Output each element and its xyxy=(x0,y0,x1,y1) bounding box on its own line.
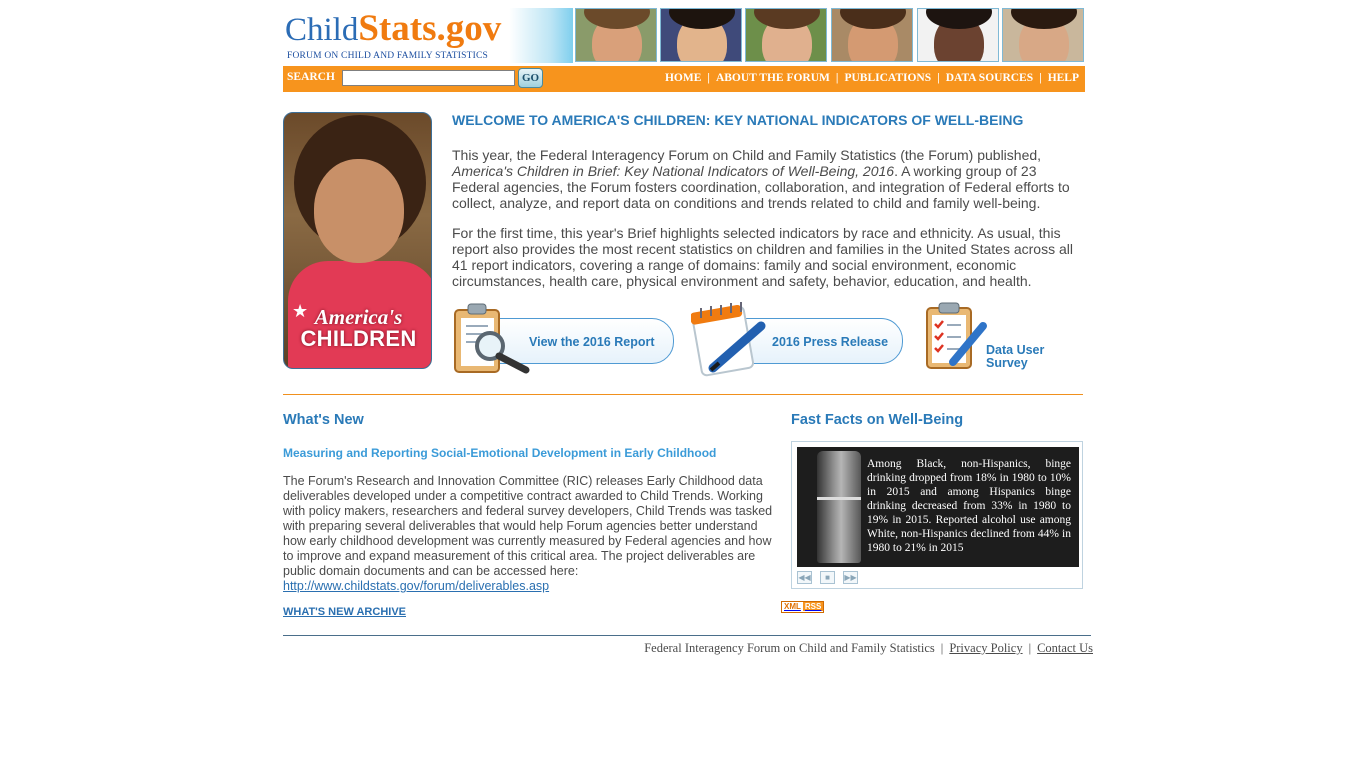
fast-fact-slide: Among Black, non-Hispanics, binge drinki… xyxy=(797,447,1079,567)
publication-title: America's Children in Brief: Key Nationa… xyxy=(452,163,895,179)
welcome-section: WELCOME TO AMERICA'S CHILDREN: KEY NATIO… xyxy=(452,112,1082,289)
nav-separator: | xyxy=(835,72,839,84)
whats-new-headline-link[interactable]: Measuring and Reporting Social-Emotional… xyxy=(283,446,783,460)
child-photo-4 xyxy=(831,8,913,62)
child-photo-5 xyxy=(917,8,999,62)
page-container: ChildStats.gov FORUM ON CHILD AND FAMILY… xyxy=(283,8,1093,655)
deliverables-link[interactable]: http://www.childstats.gov/forum/delivera… xyxy=(283,579,549,593)
next-icon[interactable]: ▶▶ xyxy=(843,571,858,584)
logo-tagline: FORUM ON CHILD AND FAMILY STATISTICS xyxy=(287,51,489,61)
footer-org-name: Federal Interagency Forum on Child and F… xyxy=(644,641,935,655)
childstats-logo[interactable]: ChildStats.gov FORUM ON CHILD AND FAMILY… xyxy=(283,8,573,63)
fast-fact-text: Among Black, non-Hispanics, binge drinki… xyxy=(867,458,1071,554)
nav-help[interactable]: HELP xyxy=(1048,72,1079,84)
site-footer: Federal Interagency Forum on Child and F… xyxy=(644,641,1093,656)
press-release-label: 2016 Press Release xyxy=(772,335,889,349)
nav-separator: | xyxy=(1039,72,1042,84)
data-user-survey-button[interactable]: Data User Survey xyxy=(923,302,1053,370)
nav-about-the-forum[interactable]: ABOUT THE FORUM xyxy=(716,72,830,84)
fast-facts-title: Fast Facts on Well-Being xyxy=(791,412,964,428)
footer-divider xyxy=(283,635,1091,636)
whats-new-archive-link[interactable]: WHAT'S NEW ARCHIVE xyxy=(283,606,783,618)
welcome-paragraph-2: For the first time, this year's Brief hi… xyxy=(452,225,1073,289)
americas-children-logo: America's CHILDREN xyxy=(300,305,417,351)
logo-wordmark: ChildStats.gov xyxy=(285,9,501,50)
whats-new-section: What's New Measuring and Reporting Socia… xyxy=(283,412,783,618)
clipboard-magnifier-icon xyxy=(454,303,530,374)
nav-separator: | xyxy=(937,72,940,84)
americas-children-hero-image: ★ America's CHILDREN xyxy=(283,112,432,369)
footer-separator: | xyxy=(940,641,944,655)
search-label: SEARCH xyxy=(287,71,335,83)
child-photo-6 xyxy=(1002,8,1084,62)
glass-image xyxy=(817,451,861,563)
welcome-title: WELCOME TO AMERICA'S CHILDREN: KEY NATIO… xyxy=(452,112,1024,128)
site-header: ChildStats.gov FORUM ON CHILD AND FAMILY… xyxy=(283,8,1087,63)
go-button[interactable]: GO xyxy=(518,68,543,88)
child-photo-3 xyxy=(745,8,827,62)
fast-facts-section: Fast Facts on Well-Being Among Black, no… xyxy=(781,412,1091,613)
press-release-button[interactable]: 2016 Press Release xyxy=(691,302,905,377)
xml-rss-feed-badge[interactable]: XML RSS xyxy=(781,601,825,613)
nav-separator: | xyxy=(707,72,710,84)
section-divider xyxy=(283,394,1083,395)
notepad-pen-icon xyxy=(691,302,766,377)
child-photo-1 xyxy=(575,8,657,62)
nav-data-sources[interactable]: DATA SOURCES xyxy=(946,72,1033,84)
logo-stats-text: Stats.gov xyxy=(358,8,502,49)
contact-us-link[interactable]: Contact Us xyxy=(1037,641,1093,655)
nav-home[interactable]: HOME xyxy=(665,72,701,84)
footer-separator: | xyxy=(1028,641,1032,655)
view-report-label: View the 2016 Report xyxy=(529,335,655,349)
whats-new-body: The Forum's Research and Innovation Comm… xyxy=(283,474,773,593)
welcome-paragraph-1: This year, the Federal Interagency Forum… xyxy=(452,147,1070,211)
previous-icon[interactable]: ◀◀ xyxy=(797,571,812,584)
checklist-clipboard-icon xyxy=(926,302,987,369)
top-navigation: HOME | ABOUT THE FORUM | PUBLICATIONS | DATA S… xyxy=(665,72,1079,84)
search-input[interactable] xyxy=(342,70,515,86)
fast-facts-slideshow: Among Black, non-Hispanics, binge drinki… xyxy=(791,441,1083,589)
search-nav-bar: SEARCH GO HOME | ABOUT THE FORUM | PUBLICATI… xyxy=(283,66,1085,92)
data-user-survey-label: Data User Survey xyxy=(986,343,1045,370)
nav-publications[interactable]: PUBLICATIONS xyxy=(844,72,931,84)
whats-new-title: What's New xyxy=(283,412,364,428)
privacy-policy-link[interactable]: Privacy Policy xyxy=(949,641,1022,655)
stop-icon[interactable]: ■ xyxy=(820,571,835,584)
logo-child-text: Child xyxy=(285,12,359,48)
view-report-button[interactable]: View the 2016 Report xyxy=(452,302,674,374)
child-photo-2 xyxy=(660,8,742,62)
